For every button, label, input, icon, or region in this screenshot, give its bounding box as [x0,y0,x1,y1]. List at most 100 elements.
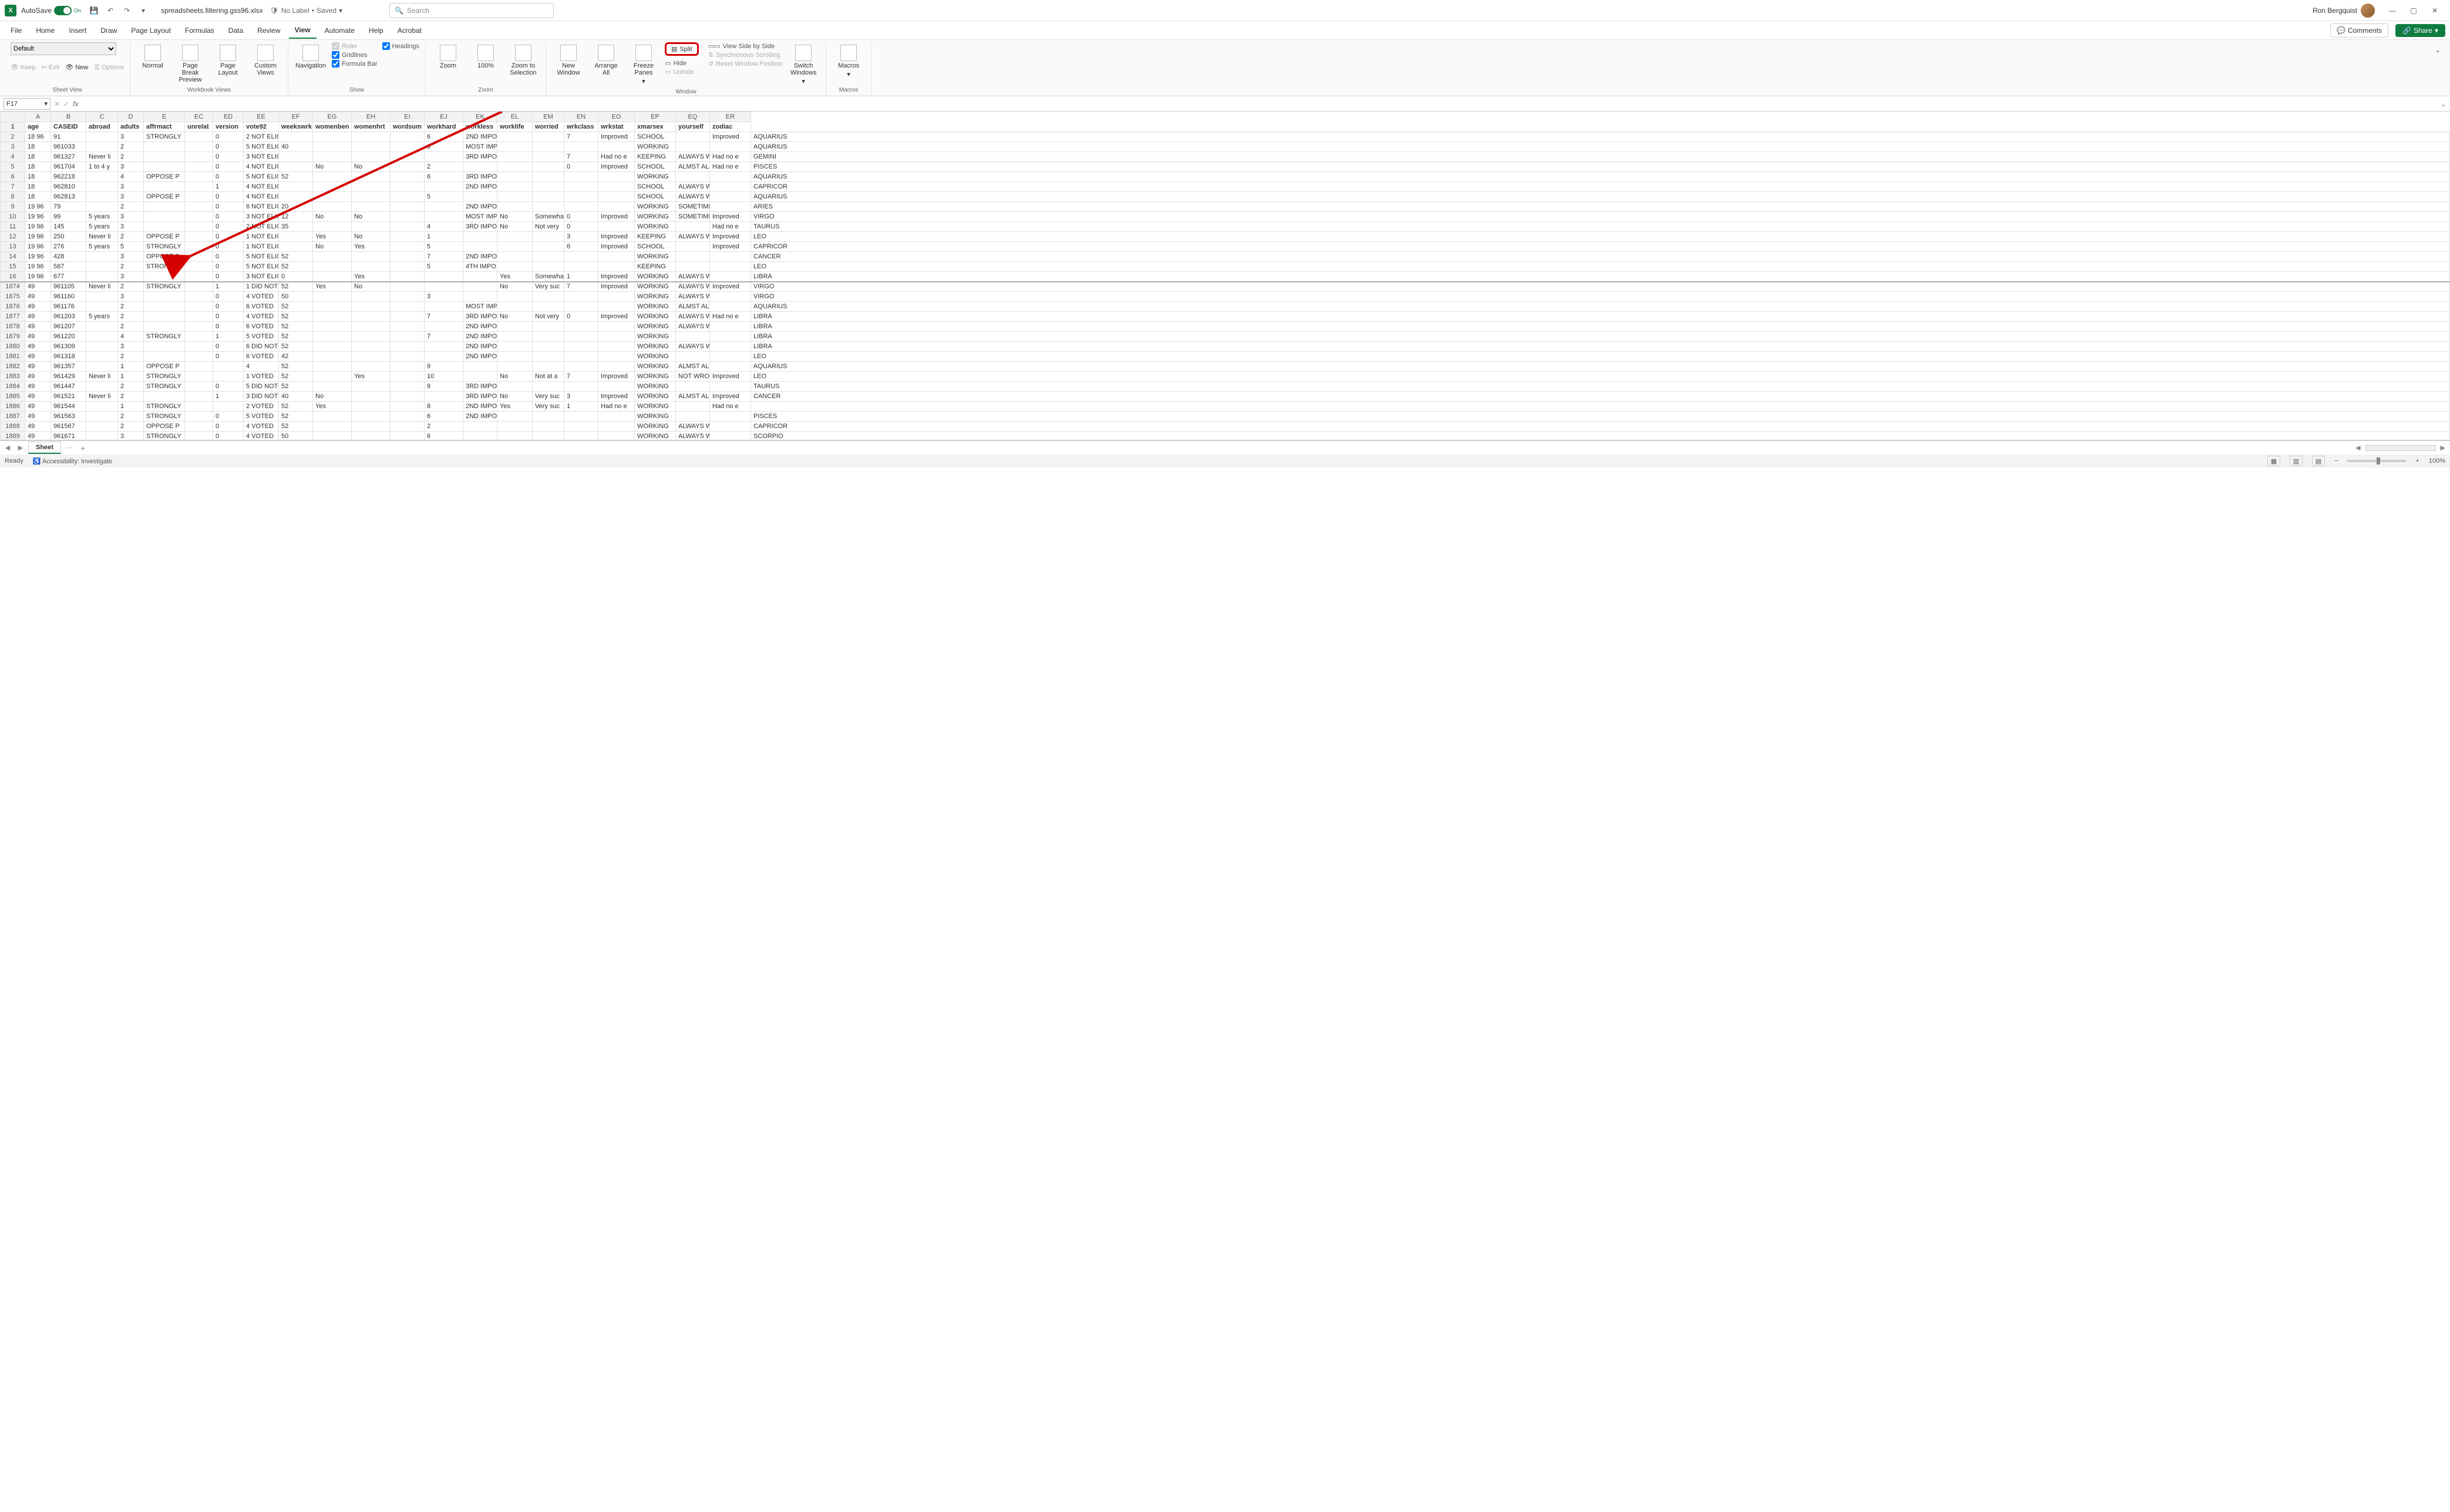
cell[interactable]: 961176 [51,302,86,312]
cell[interactable] [313,312,352,322]
cell[interactable]: WORKING [635,342,676,352]
row-header[interactable]: 1882 [1,362,25,372]
cell[interactable]: 52 [279,302,313,312]
cell[interactable] [144,292,185,302]
row-header[interactable]: 1875 [1,292,25,302]
col-header-ED[interactable]: ED [213,112,244,122]
cell[interactable] [352,192,391,202]
cell[interactable]: 0 [213,202,244,212]
cell[interactable]: 3 [564,232,598,242]
cell[interactable]: 19 96 [25,232,51,242]
cell[interactable] [279,162,313,172]
cell[interactable]: ARIES [751,202,2450,212]
cell[interactable] [86,262,118,272]
cell[interactable] [86,432,118,441]
cell[interactable]: Improved [598,312,635,322]
cell[interactable] [497,232,533,242]
cell[interactable] [463,282,497,292]
cell[interactable] [497,362,533,372]
cell[interactable]: 961160 [51,292,86,302]
cell[interactable]: 52 [279,312,313,322]
cell[interactable] [313,362,352,372]
hscroll-track[interactable] [2365,445,2436,451]
row-header[interactable]: 3 [1,142,25,152]
row-header[interactable]: 1887 [1,412,25,422]
cell[interactable]: 2 [118,202,144,212]
minimize-button[interactable]: — [2382,2,2403,19]
cell[interactable]: 2ND IMPO [463,202,497,212]
cell[interactable]: 0 [213,222,244,232]
col-header-EH[interactable]: EH [352,112,391,122]
normal-view-button[interactable]: Normal [136,42,169,72]
cell[interactable] [710,362,751,372]
cell[interactable]: 1 [564,402,598,412]
cell[interactable] [598,422,635,432]
sheet-view-select[interactable]: Default [11,42,116,55]
cell[interactable]: GEMINI [751,152,2450,162]
cell[interactable] [463,162,497,172]
cell[interactable]: 49 [25,292,51,302]
cell[interactable]: Improved [710,212,751,222]
cell[interactable] [352,262,391,272]
cell[interactable] [710,412,751,422]
cell[interactable]: AQUARIUS [751,142,2450,152]
cell[interactable]: AQUARIUS [751,192,2450,202]
cell[interactable]: workhard [425,122,463,132]
cell[interactable]: 18 96 [25,132,51,142]
cell[interactable] [497,422,533,432]
cell[interactable]: KEEPING [635,152,676,162]
cell[interactable]: Yes [497,272,533,282]
cell[interactable]: 52 [279,382,313,392]
cell[interactable]: Improved [598,232,635,242]
cell[interactable] [463,362,497,372]
cell[interactable]: 0 [564,162,598,172]
cell[interactable]: 4 VOTED [244,432,279,441]
cell[interactable]: 5 VOTED [244,332,279,342]
cell[interactable] [144,162,185,172]
cell[interactable]: ALMST AL [676,162,710,172]
cell[interactable] [391,322,425,332]
cell[interactable] [676,252,710,262]
cell[interactable]: 19 96 [25,202,51,212]
row-header[interactable]: 13 [1,242,25,252]
macros-button[interactable]: Macros ▾ [832,42,865,80]
cell[interactable]: wrkclass [564,122,598,132]
cell[interactable]: 2 [118,152,144,162]
cell[interactable]: 49 [25,362,51,372]
cell[interactable]: 1 NOT ELIG [244,232,279,242]
view-side-by-side-button[interactable]: ▭▭ View Side by Side [708,42,782,50]
cell[interactable]: CAPRICOR [751,422,2450,432]
cell[interactable]: ALWAYS W [676,192,710,202]
cell[interactable] [564,192,598,202]
cell[interactable] [497,242,533,252]
cell[interactable]: 52 [279,402,313,412]
cell[interactable] [497,172,533,182]
custom-views-button[interactable]: Custom Views [249,42,282,79]
expand-formula-bar-icon[interactable]: ⌄ [2441,100,2446,108]
cell[interactable] [533,412,564,422]
cell[interactable] [710,172,751,182]
cell[interactable]: 3RD IMPO [463,392,497,402]
cell[interactable] [533,132,564,142]
cell[interactable] [86,352,118,362]
cell[interactable] [598,432,635,441]
cell[interactable]: No [352,232,391,242]
cell[interactable] [598,262,635,272]
cell[interactable]: 2 [425,422,463,432]
cell[interactable]: 50 [279,432,313,441]
cell[interactable]: 2ND IMPO [463,342,497,352]
cell[interactable] [425,212,463,222]
cell[interactable]: 3RD IMPO [463,222,497,232]
cell[interactable] [352,132,391,142]
cell[interactable]: 3 NOT ELIG [244,212,279,222]
cell[interactable]: worklife [497,122,533,132]
cell[interactable]: 5 [425,242,463,252]
tab-home[interactable]: Home [30,23,60,38]
cell[interactable]: PISCES [751,412,2450,422]
row-header[interactable]: 2 [1,132,25,142]
save-icon[interactable]: 💾 [87,4,101,18]
cell[interactable]: 1 NOT ELIG [244,242,279,252]
col-header-B[interactable]: B [51,112,86,122]
cell[interactable] [497,292,533,302]
close-button[interactable]: ✕ [2424,2,2445,19]
